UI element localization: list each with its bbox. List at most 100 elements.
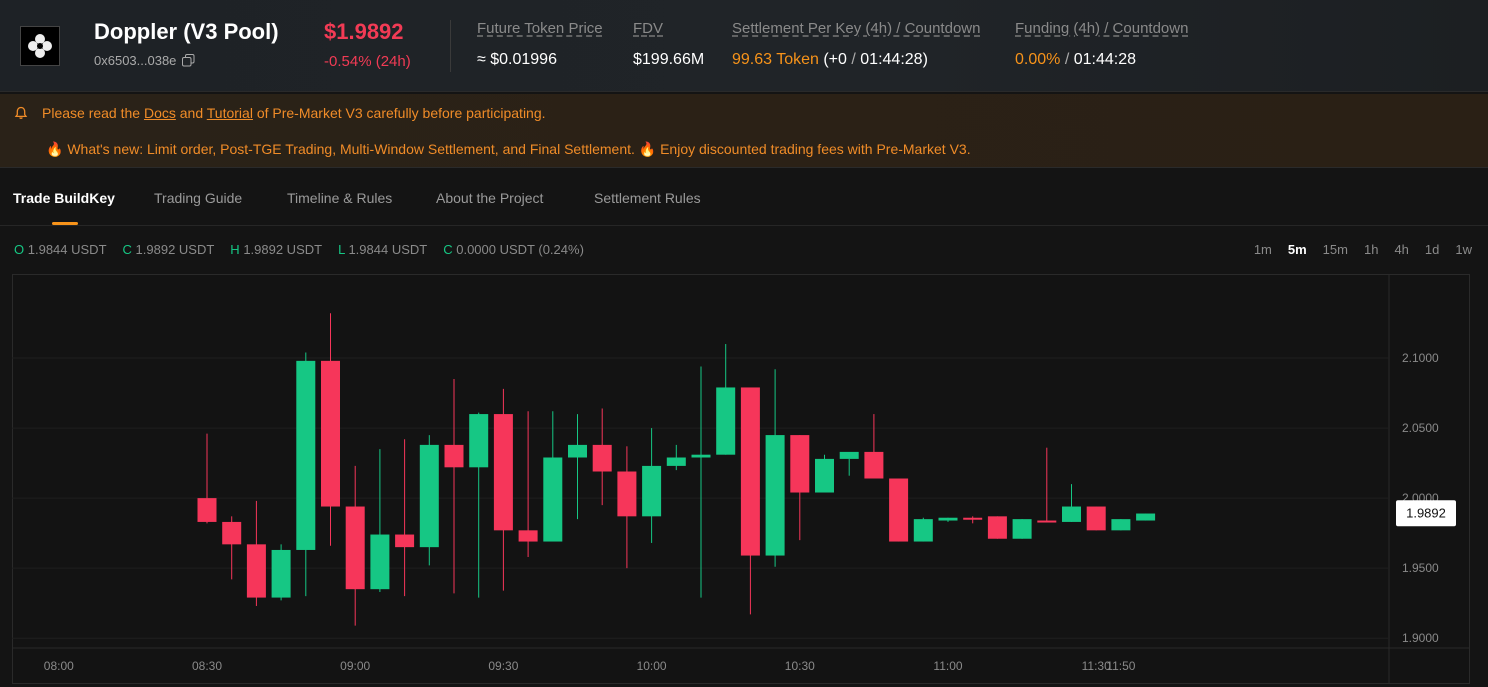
candle-body [815, 458, 834, 493]
settlement-stat: Settlement Per Key (4h) / Countdown 99.6… [732, 20, 980, 69]
ohlc-low: L 1.9844 USDT [338, 242, 427, 257]
candle-body [666, 457, 686, 466]
chart-canvas[interactable]: 2.10002.05002.00001.95001.900008:00 08:30… [12, 274, 1470, 684]
time-tick-label: 10:30 [785, 659, 815, 673]
price-tick-label: 2.1000 [1402, 351, 1439, 365]
time-tick-label: 08:30 [192, 659, 222, 673]
candle-body [518, 530, 538, 542]
price-tick-label: 2.0500 [1402, 421, 1439, 435]
candle-body [938, 517, 958, 521]
ohlc-low-value: 1.9844 USDT [348, 242, 428, 257]
fdv-label[interactable]: FDV [633, 20, 704, 37]
fdv-value: $199.66M [633, 51, 705, 68]
price-change-24h: -0.54% (24h) [324, 53, 411, 70]
ohlc-close-value: 1.9892 USDT [135, 242, 215, 257]
candle-body [271, 549, 291, 598]
funding-countdown: 01:44:28 [1073, 51, 1137, 68]
price-tick-label: 1.9500 [1402, 561, 1439, 575]
candle-body [889, 478, 909, 542]
candle-body [246, 544, 266, 598]
tab-settlement-rules[interactable]: Settlement Rules [594, 190, 701, 206]
candle-body [395, 534, 415, 548]
interval-1m[interactable]: 1m [1254, 242, 1272, 257]
docs-link[interactable]: Docs [144, 105, 176, 121]
pool-name: Doppler (V3 Pool) [94, 19, 279, 44]
candle-body [963, 517, 983, 520]
active-tab-indicator [52, 222, 78, 225]
funding-value: 0.00% / 01:44:28 [1015, 51, 1188, 69]
tab-timeline-rules[interactable]: Timeline & Rules [287, 190, 392, 206]
ohlc-open-key: O [14, 242, 25, 257]
interval-4h[interactable]: 4h [1394, 242, 1408, 257]
candle-body [197, 498, 217, 522]
candle-body [1136, 513, 1156, 521]
ohlc-high-key: H [230, 242, 240, 257]
candle-body [642, 465, 662, 517]
time-tick-label: 09:00 [340, 659, 370, 673]
candle-body [740, 387, 760, 556]
candle-body [864, 451, 884, 479]
market-header: Doppler (V3 Pool) 0x6503...038e $1.9892 … [0, 0, 1488, 92]
interval-5m[interactable]: 5m [1288, 242, 1307, 257]
time-tick-label: 09:30 [488, 659, 518, 673]
candle-body [790, 435, 810, 493]
candle-body [1012, 519, 1032, 539]
header-divider [450, 20, 451, 72]
settlement-label[interactable]: Settlement Per Key (4h) / Countdown [732, 20, 980, 37]
contract-address: 0x6503...038e [94, 53, 195, 68]
candlestick-chart[interactable]: 2.1000 2.0500 2.0000 1.9500 1.9000 08:00 08:30… [12, 274, 1470, 684]
notice-and: and [179, 105, 204, 121]
candle-body [716, 387, 736, 455]
candle-body [987, 516, 1007, 539]
interval-15m[interactable]: 15m [1323, 242, 1348, 257]
tab-about-project[interactable]: About the Project [436, 190, 543, 206]
candle-body [321, 360, 340, 507]
settlement-value: 99.63 Token (+0 / 01:44:28) [732, 51, 980, 69]
candle-body [469, 414, 489, 468]
candle-body [493, 414, 513, 531]
time-tick-label: 11:00 [933, 659, 962, 673]
ohlc-close: C 1.9892 USDT [123, 242, 215, 257]
last-price-label: 1.9892 [1406, 506, 1446, 521]
candle-body [1086, 506, 1106, 531]
doppler-logo-icon [28, 34, 52, 58]
funding-separator: / [1064, 51, 1070, 68]
candle-body [592, 444, 612, 472]
ohlc-readout: O 1.9844 USDT C 1.9892 USDT H 1.9892 USD… [14, 242, 584, 257]
tab-trade-buildkey[interactable]: Trade BuildKey [13, 190, 115, 206]
settlement-delta: (+0 [823, 51, 847, 68]
ohlc-low-key: L [338, 242, 345, 257]
time-tick-label: 08:00 [44, 659, 74, 673]
ohlc-change-key: C [443, 242, 453, 257]
candle-body [617, 471, 637, 517]
copy-icon[interactable] [182, 54, 195, 67]
tutorial-link[interactable]: Tutorial [207, 105, 253, 121]
candle-body [222, 521, 242, 545]
candle-body [296, 360, 316, 550]
candle-body [839, 451, 859, 459]
time-tick-label: 11:50 [1106, 659, 1135, 673]
settlement-separator: / [851, 51, 856, 68]
interval-1w[interactable]: 1w [1455, 242, 1472, 257]
candle-body [345, 506, 365, 590]
funding-stat: Funding (4h) / Countdown 0.00% / 01:44:2… [1015, 20, 1188, 69]
current-price: $1.9892 [324, 19, 404, 44]
candle-body [568, 444, 587, 458]
bell-icon [14, 106, 28, 120]
candle-body [913, 519, 933, 542]
candle-body [370, 534, 390, 590]
candle-body [1111, 519, 1131, 531]
interval-1d[interactable]: 1d [1425, 242, 1439, 257]
notice-text-1: Please read the Docs and Tutorial of Pre… [42, 105, 546, 121]
tab-trading-guide[interactable]: Trading Guide [154, 190, 242, 206]
funding-label[interactable]: Funding (4h) / Countdown [1015, 20, 1188, 37]
settlement-token: 99.63 Token [732, 51, 819, 68]
ohlc-high: H 1.9892 USDT [230, 242, 322, 257]
interval-1h[interactable]: 1h [1364, 242, 1378, 257]
future-token-price-label[interactable]: Future Token Price [477, 20, 603, 37]
ohlc-change: C 0.0000 USDT (0.24%) [443, 242, 584, 257]
candle-body [444, 444, 464, 468]
notice-banner: Please read the Docs and Tutorial of Pre… [0, 94, 1488, 168]
interval-selector: 1m 5m 15m 1h 4h 1d 1w [1254, 242, 1472, 257]
candle-body [1062, 506, 1081, 522]
